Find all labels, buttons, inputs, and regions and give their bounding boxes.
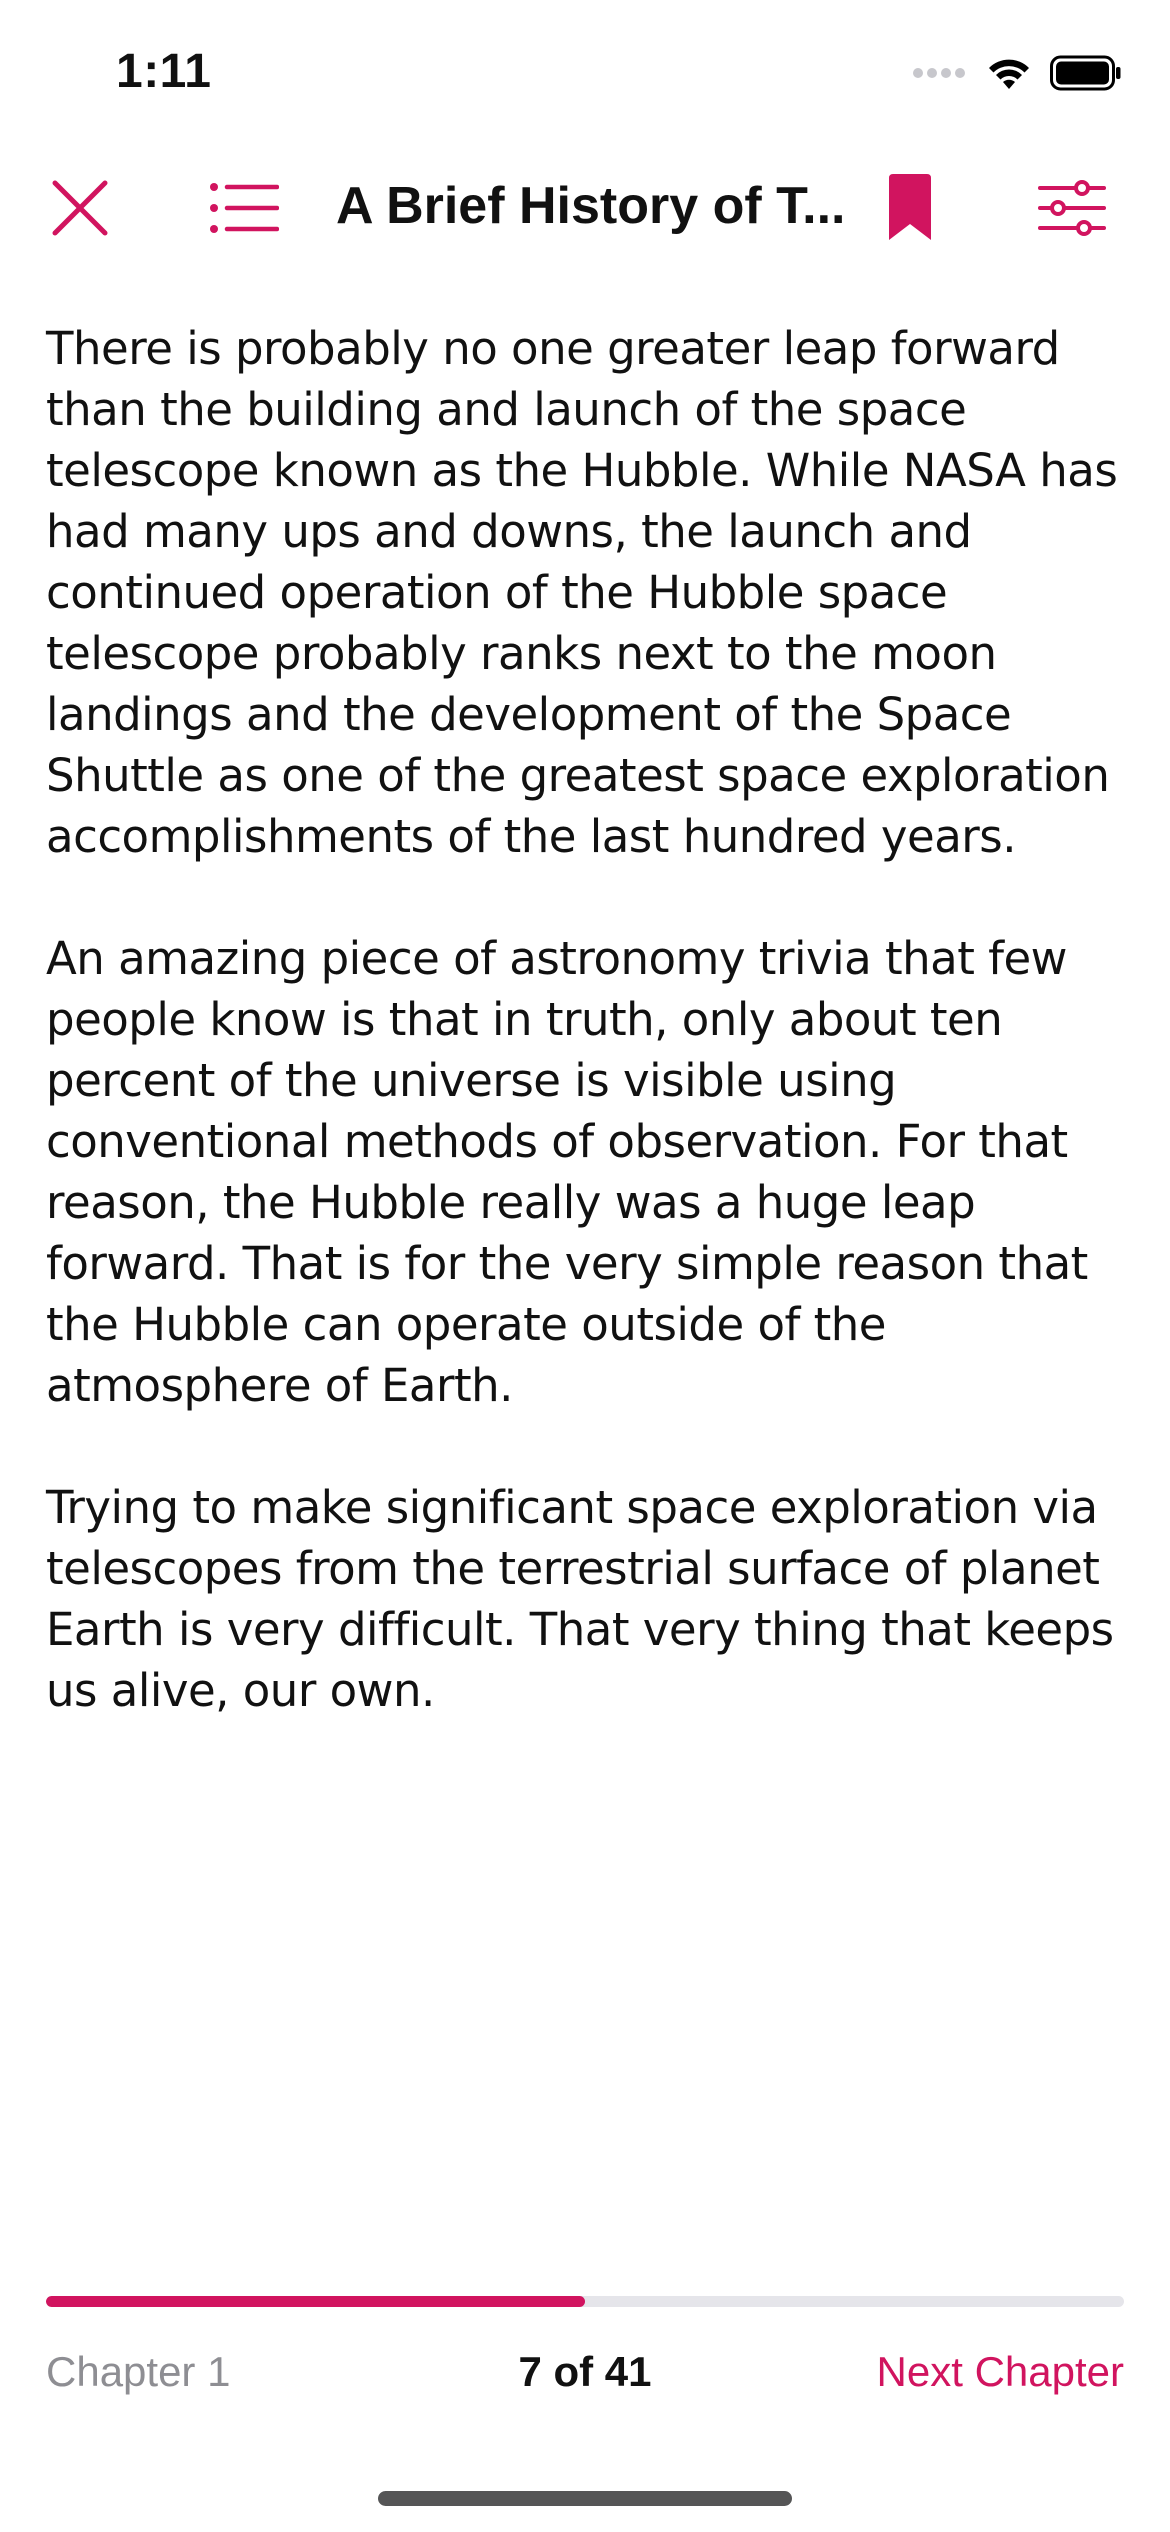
status-time: 1:11 bbox=[116, 45, 212, 98]
table-of-contents-button[interactable] bbox=[204, 170, 284, 250]
reader-settings-button[interactable] bbox=[1032, 170, 1112, 250]
book-title: A Brief History of T... bbox=[336, 177, 846, 235]
reader-footer: Chapter 1 7 of 41 Next Chapter bbox=[46, 2340, 1124, 2410]
reading-progress-bar[interactable] bbox=[46, 2296, 1124, 2307]
sliders-icon bbox=[1038, 179, 1106, 241]
close-icon bbox=[51, 179, 109, 242]
bookmark-icon bbox=[887, 173, 933, 247]
status-icons bbox=[912, 50, 1122, 100]
close-button[interactable] bbox=[40, 170, 120, 250]
paragraph: Trying to make significant space explora… bbox=[46, 1481, 1114, 1717]
battery-icon bbox=[1050, 55, 1122, 96]
reader-content[interactable]: There is probably no one greater leap fo… bbox=[46, 318, 1136, 1782]
status-bar: 1:11 bbox=[0, 0, 1170, 150]
paragraph: An amazing piece of astronomy trivia tha… bbox=[46, 932, 1088, 1412]
list-icon bbox=[209, 182, 280, 239]
bookmark-button[interactable] bbox=[870, 170, 950, 250]
next-chapter-button[interactable]: Next Chapter bbox=[877, 2348, 1124, 2396]
paragraph: There is probably no one greater leap fo… bbox=[46, 322, 1118, 863]
reader-toolbar: A Brief History of T... bbox=[0, 150, 1170, 270]
wifi-icon bbox=[986, 55, 1032, 96]
home-indicator[interactable] bbox=[378, 2491, 792, 2506]
reading-progress-fill bbox=[46, 2296, 585, 2307]
cellular-dots-icon bbox=[912, 66, 968, 85]
